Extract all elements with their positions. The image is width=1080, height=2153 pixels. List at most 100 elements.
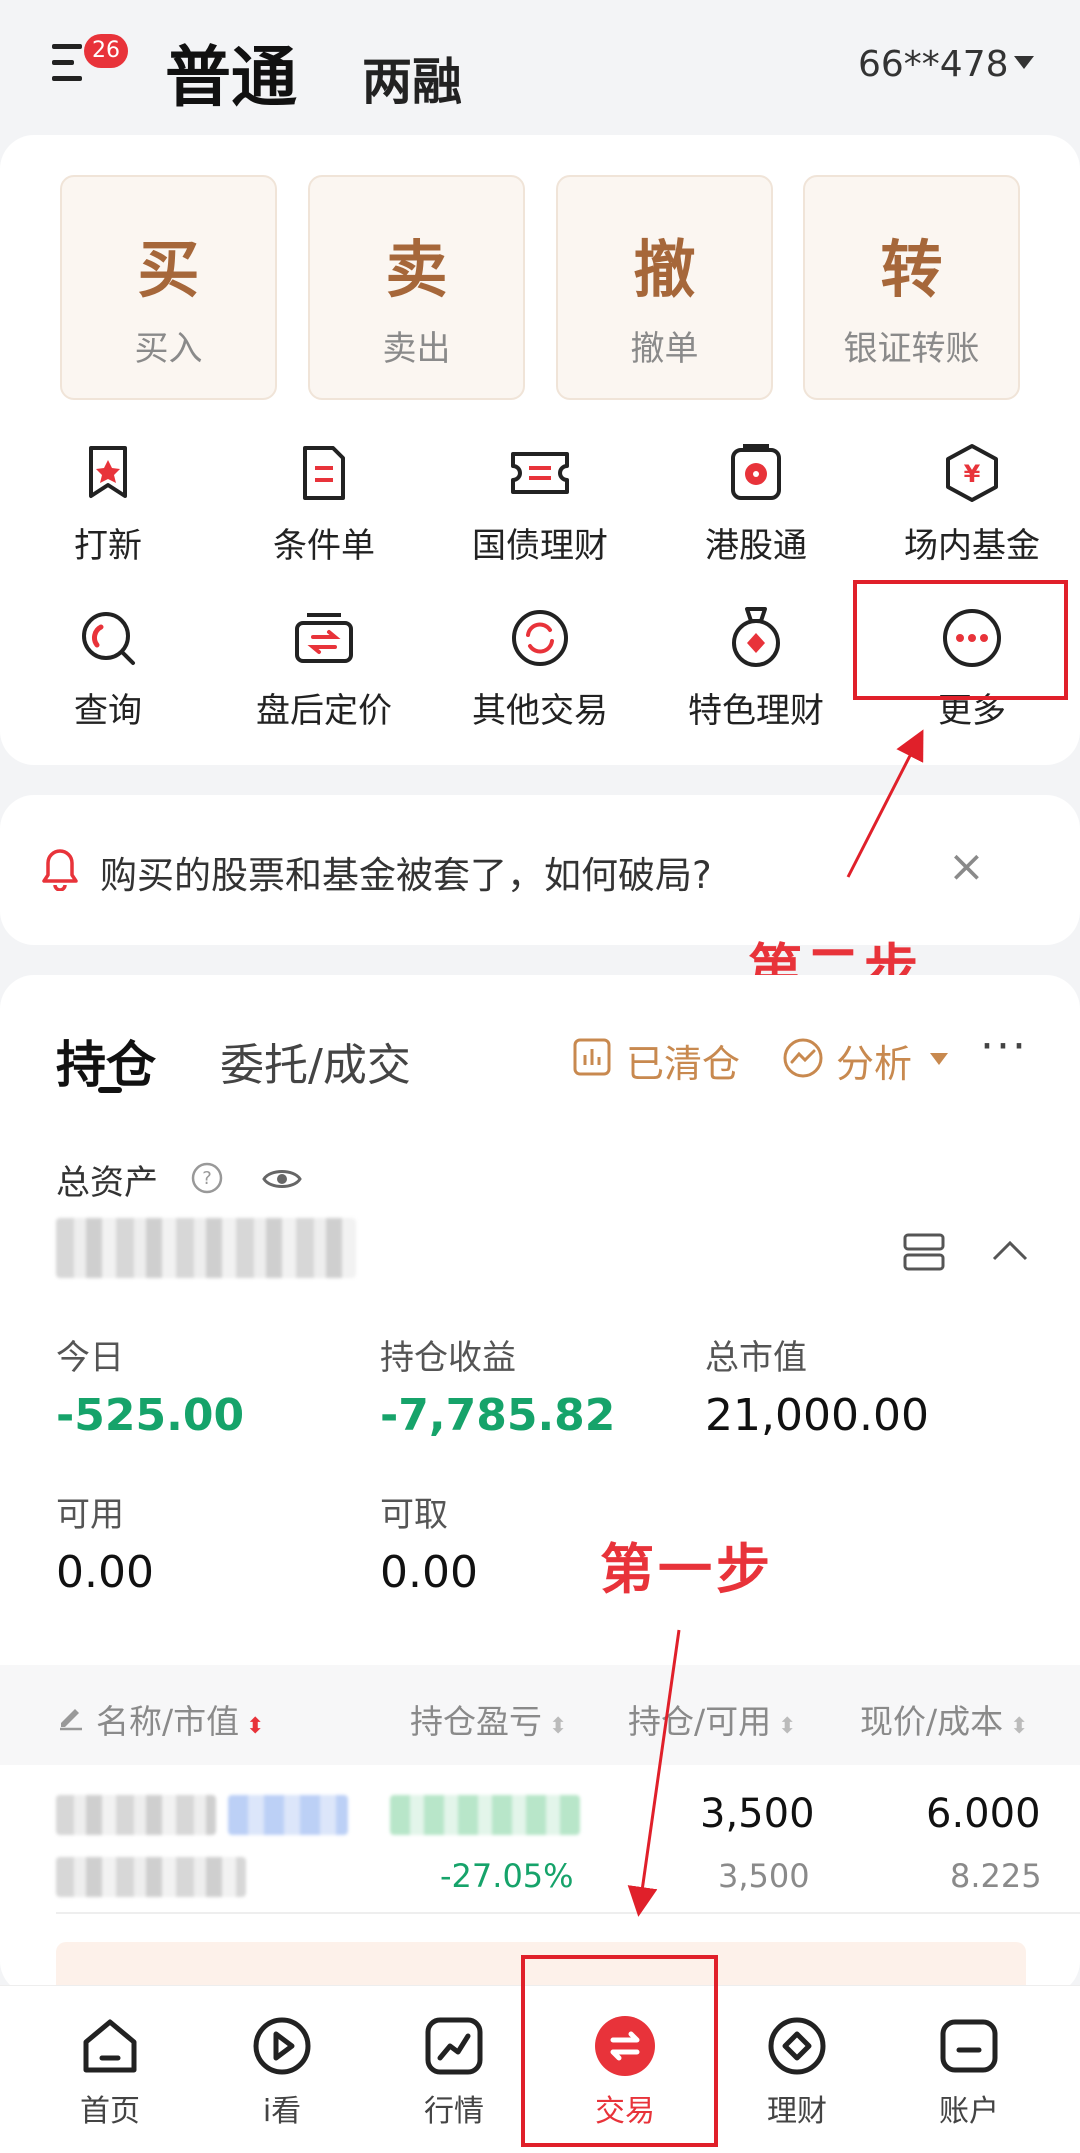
nav-label: 理财 bbox=[767, 2094, 827, 2129]
annotation-highlight-trade bbox=[521, 1955, 718, 2147]
account-icon bbox=[940, 2019, 998, 2073]
holding-qty: 3,500 bbox=[700, 1791, 815, 1837]
grid-item-ipo[interactable]: 打新 bbox=[0, 440, 216, 567]
stat-market-value-label: 总市值 bbox=[705, 1338, 807, 1378]
grid-item-hk-connect[interactable]: 港股通 bbox=[648, 440, 864, 567]
search-icon bbox=[82, 612, 135, 665]
cancel-big-label: 撤 bbox=[633, 233, 696, 306]
edit-icon[interactable] bbox=[56, 1701, 86, 1731]
tab-orders[interactable]: 委托/成交 bbox=[220, 1029, 411, 1093]
notice-text[interactable]: 购买的股票和基金被套了，如何破局? bbox=[100, 845, 712, 899]
cancel-label: 撤单 bbox=[630, 329, 699, 369]
nav-label: 账户 bbox=[939, 2094, 999, 2129]
cleared-icon bbox=[573, 1038, 611, 1076]
medal-icon bbox=[732, 607, 780, 667]
top-header: 26 普通 两融 66**478 bbox=[0, 0, 1080, 135]
transfer-big-label: 转 bbox=[880, 233, 943, 306]
holdings-table-header: 名称/市值 ⬍ 持仓盈亏 ⬍ 持仓/可用 ⬍ 现价/成本 ⬍ bbox=[0, 1665, 1080, 1765]
chevron-down-icon[interactable] bbox=[930, 1053, 948, 1065]
tab-indicator bbox=[98, 1087, 122, 1093]
available-qty: 3,500 bbox=[718, 1857, 810, 1895]
divider bbox=[56, 1912, 1080, 1914]
chart-icon bbox=[425, 2017, 483, 2075]
svg-text:¥: ¥ bbox=[964, 460, 981, 488]
nav-account[interactable]: 账户 bbox=[879, 1986, 1059, 2153]
buy-big-label: 买 bbox=[137, 233, 200, 306]
stat-today-label: 今日 bbox=[56, 1338, 124, 1378]
cost-price: 8.225 bbox=[950, 1857, 1042, 1895]
sort-icon: ⬍ bbox=[239, 1714, 265, 1739]
cancel-order-button[interactable]: 撤 撤单 bbox=[556, 175, 773, 400]
tab-normal[interactable]: 普通 bbox=[165, 24, 297, 120]
stat-holding-pnl-label: 持仓收益 bbox=[380, 1338, 516, 1378]
notification-badge: 26 bbox=[84, 34, 128, 68]
sort-icon: ⬍ bbox=[771, 1714, 797, 1739]
total-assets-value-masked bbox=[56, 1218, 356, 1278]
chevron-down-icon[interactable] bbox=[1014, 56, 1034, 69]
transfer-button[interactable]: 转 银证转账 bbox=[803, 175, 1020, 400]
grid-label: 盘后定价 bbox=[256, 691, 392, 731]
pnl-amount-masked bbox=[390, 1795, 580, 1835]
cleared-button[interactable]: 已清仓 bbox=[626, 1033, 740, 1088]
analysis-button[interactable]: 分析 bbox=[836, 1033, 912, 1088]
bell-icon bbox=[42, 849, 78, 891]
close-icon[interactable]: × bbox=[948, 841, 985, 892]
nav-market[interactable]: 行情 bbox=[364, 1986, 544, 2153]
star-bookmark-icon bbox=[89, 446, 127, 498]
pnl-percent: -27.05% bbox=[440, 1857, 574, 1895]
stat-market-value: 21,000.00 bbox=[705, 1390, 929, 1441]
col-label: 持仓/可用 bbox=[628, 1702, 772, 1741]
grid-label: 查询 bbox=[74, 691, 142, 731]
grid-label: 场内基金 bbox=[904, 526, 1040, 566]
ticket-icon bbox=[511, 452, 569, 494]
col-price-cost[interactable]: 现价/成本 ⬍ bbox=[860, 1695, 1029, 1743]
grid-label: 特色理财 bbox=[688, 691, 824, 731]
nav-label: 首页 bbox=[80, 2094, 140, 2129]
col-label: 名称/市值 bbox=[96, 1702, 240, 1741]
stat-withdrawable-value: 0.00 bbox=[380, 1547, 478, 1598]
current-price: 6.000 bbox=[926, 1791, 1041, 1837]
table-row[interactable]: -27.05% 3,500 3,500 6.000 8.225 bbox=[0, 1765, 1080, 1915]
sort-icon: ⬍ bbox=[1003, 1714, 1029, 1739]
account-selector[interactable]: 66**478 bbox=[858, 44, 1009, 85]
grid-item-other-trade[interactable]: 其他交易 bbox=[432, 605, 648, 732]
grid-item-featured-finance[interactable]: 特色理财 bbox=[648, 605, 864, 732]
grid-label: 条件单 bbox=[273, 526, 375, 566]
buy-label: 买入 bbox=[134, 329, 203, 369]
col-name-value[interactable]: 名称/市值 ⬍ bbox=[96, 1695, 265, 1743]
col-qty-available[interactable]: 持仓/可用 ⬍ bbox=[628, 1695, 797, 1743]
play-icon bbox=[253, 2017, 311, 2075]
transfer-label: 银证转账 bbox=[843, 329, 980, 369]
sell-label: 卖出 bbox=[382, 329, 451, 369]
tab-margin[interactable]: 两融 bbox=[362, 42, 462, 114]
nav-home[interactable]: 首页 bbox=[20, 1986, 200, 2153]
chevron-up-icon[interactable] bbox=[990, 1237, 1030, 1265]
more-options-button[interactable]: ··· bbox=[980, 1021, 1028, 1072]
notice-banner[interactable]: 购买的股票和基金被套了，如何破局? × bbox=[0, 795, 1080, 945]
col-label: 持仓盈亏 bbox=[410, 1702, 542, 1741]
hk-flower-icon bbox=[731, 444, 781, 500]
sell-button[interactable]: 卖 卖出 bbox=[308, 175, 525, 400]
eye-icon[interactable] bbox=[262, 1165, 302, 1193]
nav-label: 行情 bbox=[424, 2094, 484, 2129]
grid-item-after-hours[interactable]: 盘后定价 bbox=[216, 605, 432, 732]
grid-label: 其他交易 bbox=[472, 691, 608, 731]
grid-item-etf[interactable]: ¥ 场内基金 bbox=[864, 440, 1080, 567]
grid-item-condition-order[interactable]: 条件单 bbox=[216, 440, 432, 567]
stat-today-value: -525.00 bbox=[56, 1390, 245, 1441]
help-icon[interactable]: ? bbox=[190, 1161, 224, 1195]
buy-button[interactable]: 买 买入 bbox=[60, 175, 277, 400]
grid-label: 港股通 bbox=[705, 526, 807, 566]
col-label: 现价/成本 bbox=[860, 1702, 1004, 1741]
annotation-step1: 第一步 bbox=[600, 1538, 774, 1601]
stat-available-value: 0.00 bbox=[56, 1547, 154, 1598]
nav-ikan[interactable]: i看 bbox=[192, 1986, 372, 2153]
col-holding-pnl[interactable]: 持仓盈亏 ⬍ bbox=[410, 1695, 567, 1743]
grid-item-treasury[interactable]: 国债理财 bbox=[432, 440, 648, 567]
layout-toggle-icon[interactable] bbox=[902, 1232, 946, 1272]
grid-item-query[interactable]: 查询 bbox=[0, 605, 216, 732]
nav-finance[interactable]: 理财 bbox=[707, 1986, 887, 2153]
diamond-icon bbox=[768, 2017, 826, 2075]
refresh-icon bbox=[512, 610, 568, 666]
stock-tag-masked bbox=[228, 1795, 348, 1835]
